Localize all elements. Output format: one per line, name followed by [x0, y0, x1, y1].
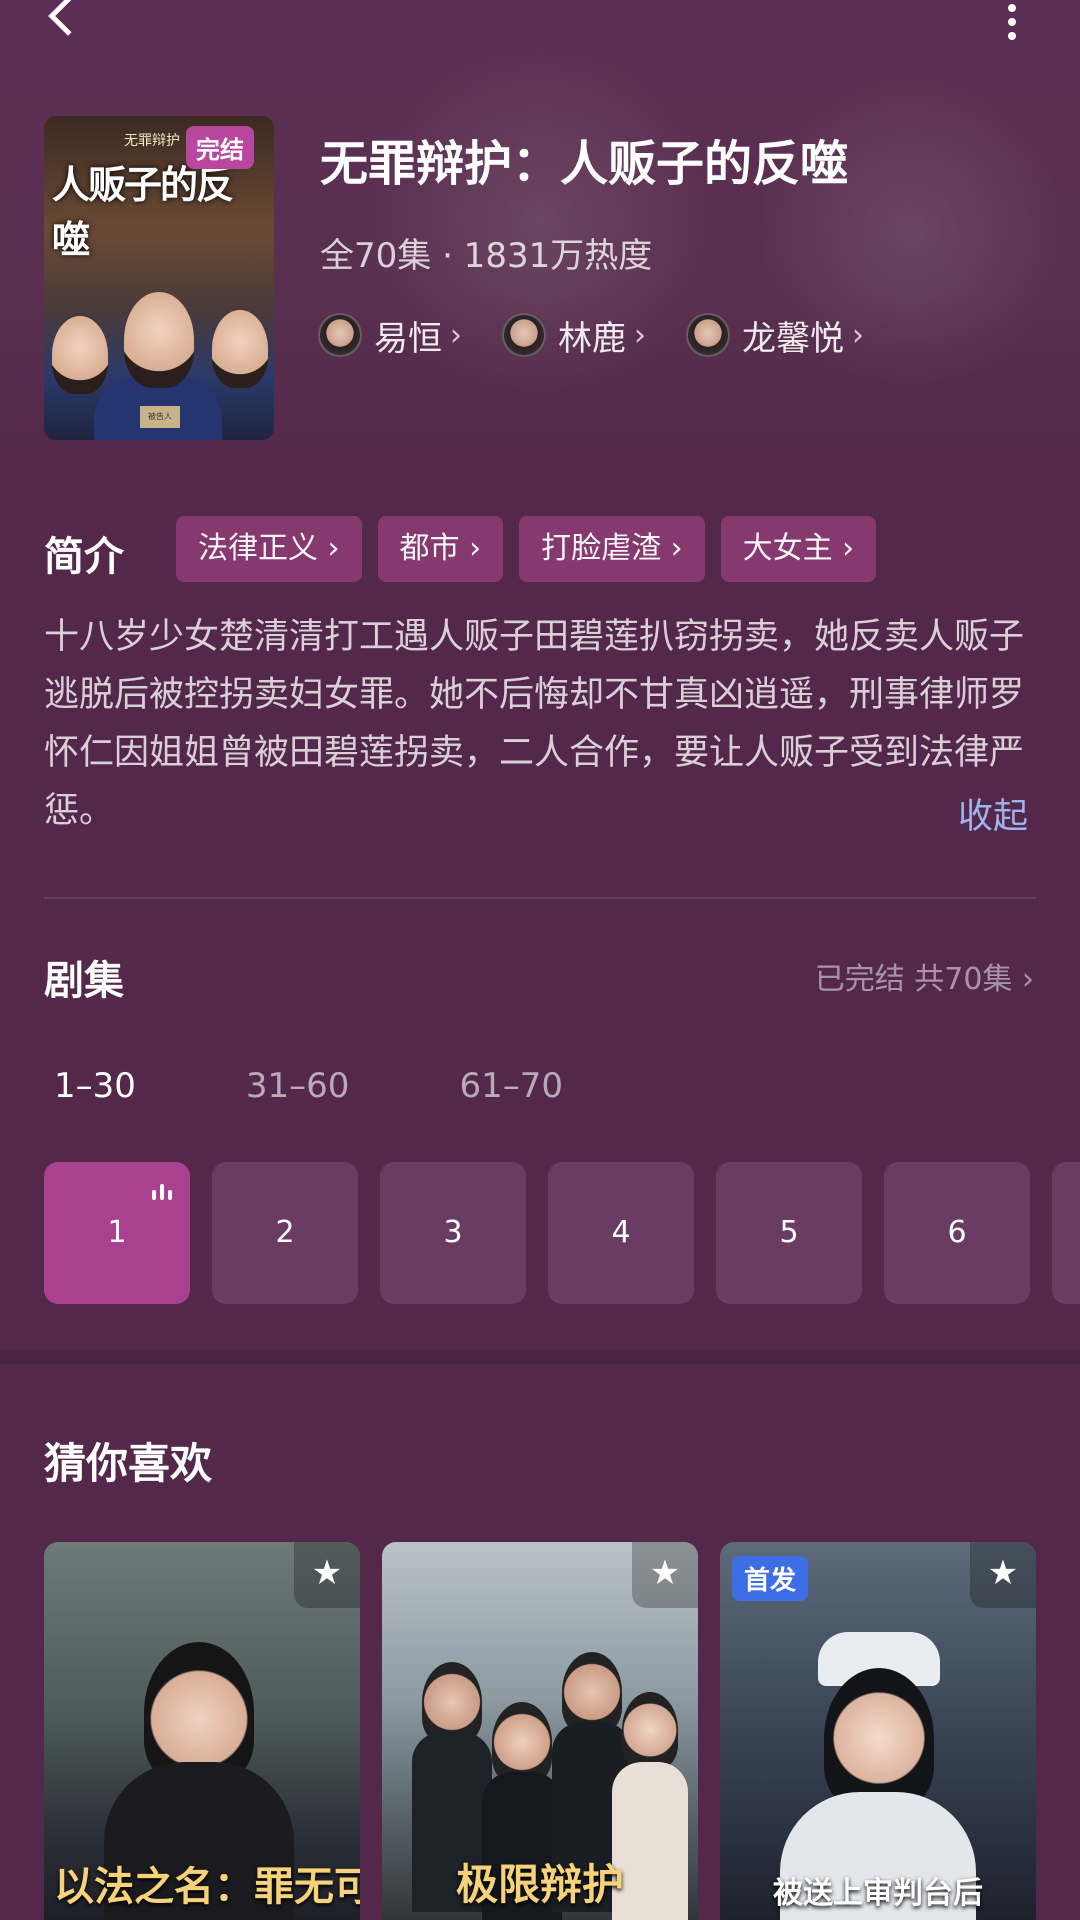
card-figure — [824, 1668, 934, 1808]
card-figure — [622, 1692, 678, 1768]
avatar — [686, 313, 730, 357]
star-icon[interactable]: ★ — [294, 1542, 360, 1608]
card-title: 以法之名：罪无可赦 — [54, 1863, 360, 1910]
cast-item[interactable]: 龙馨悦 › — [686, 310, 864, 360]
poster-figure — [52, 316, 108, 394]
cast-name: 林鹿 — [558, 318, 626, 359]
section-separator — [0, 1350, 1080, 1364]
episodes-status-link[interactable]: 已完结 共70集 › — [815, 954, 1034, 998]
status-badge: 完结 — [186, 126, 254, 169]
playing-bars-icon — [152, 1184, 174, 1200]
range-tab[interactable]: 61–70 — [459, 1066, 563, 1106]
genre-tag[interactable]: 法律正义 › — [176, 516, 362, 582]
genre-tag[interactable]: 都市 › — [377, 516, 504, 582]
more-vertical-icon[interactable] — [1004, 4, 1020, 40]
card-figure — [562, 1652, 622, 1732]
show-meta: 全70集 · 1831万热度 — [320, 236, 653, 276]
chevron-right-icon: › — [852, 317, 864, 353]
cast-item[interactable]: 易恒 › — [318, 310, 462, 360]
poster-subtitle: 无罪辩护 — [124, 133, 180, 149]
cast-list: 易恒 › 林鹿 › 龙馨悦 › — [318, 310, 904, 360]
card-figure — [492, 1702, 552, 1782]
tag-label: 都市 — [399, 531, 460, 566]
premiere-badge: 首发 — [732, 1556, 809, 1601]
poster-title: 人贩子的反噬 — [52, 162, 234, 262]
episode-button[interactable]: 2 — [212, 1162, 358, 1304]
collapse-link[interactable]: 收起 — [958, 788, 1028, 839]
episode-button[interactable]: 4 — [548, 1162, 694, 1304]
avatar — [502, 313, 546, 357]
episode-button[interactable]: 1 — [44, 1162, 190, 1304]
range-tab[interactable]: 31–60 — [246, 1066, 350, 1106]
episode-number: 3 — [443, 1215, 463, 1250]
episode-button[interactable]: 6 — [884, 1162, 1030, 1304]
recommend-card[interactable]: ★ 极限辩护 — [382, 1542, 698, 1920]
recommend-card[interactable]: ★ 以法之名：罪无可赦 — [44, 1542, 360, 1920]
cast-name: 龙馨悦 — [742, 318, 844, 359]
recommend-heading: 猜你喜欢 — [44, 1439, 213, 1488]
poster-figure — [124, 292, 194, 388]
star-icon[interactable]: ★ — [970, 1542, 1036, 1608]
card-title: 被送上审判台后 — [773, 1876, 983, 1911]
divider — [44, 897, 1036, 899]
episode-button[interactable]: 3 — [380, 1162, 526, 1304]
tag-label: 大女主 — [742, 531, 833, 566]
tag-label: 法律正义 — [198, 531, 318, 566]
episode-number: 1 — [107, 1215, 127, 1250]
synopsis-text: 十八岁少女楚清清打工遇人贩子田碧莲扒窃拐卖，她反卖人贩子逃脱后被控拐卖妇女罪。她… — [44, 617, 1025, 831]
poster-figure — [212, 310, 268, 388]
card-figure — [144, 1642, 254, 1782]
recommend-card[interactable]: 首发 ★ 被送上审判台后 — [720, 1542, 1036, 1920]
tag-label: 打脸虐渣 — [541, 531, 662, 566]
episode-range-tabs: 1–30 31–60 61–70 — [54, 1066, 673, 1106]
episode-grid: 1 2 3 4 5 6 — [44, 1162, 1080, 1304]
card-title: 极限辩护 — [455, 1860, 624, 1909]
chevron-right-icon: › — [450, 317, 462, 353]
episode-number: 5 — [779, 1215, 799, 1250]
range-tab[interactable]: 1–30 — [54, 1066, 136, 1106]
page-title: 无罪辩护：人贩子的反噬 — [320, 136, 849, 192]
episode-number: 6 — [947, 1215, 967, 1250]
genre-tag[interactable]: 打脸虐渣 › — [519, 516, 705, 582]
chevron-right-icon: › — [1022, 962, 1034, 997]
back-arrow-icon[interactable] — [48, 0, 88, 36]
card-figure — [422, 1662, 482, 1742]
episode-number: 4 — [611, 1215, 631, 1250]
top-bar — [0, 0, 1080, 60]
cast-item[interactable]: 林鹿 › — [502, 310, 646, 360]
avatar — [318, 313, 362, 357]
episode-button-partial[interactable] — [1052, 1162, 1080, 1304]
recommend-list: ★ 以法之名：罪无可赦 ★ 极限辩护 首发 ★ 被送上审判台后 — [44, 1542, 1044, 1920]
episode-number: 2 — [275, 1215, 295, 1250]
tag-list: 法律正义 › 都市 › 打脸虐渣 › 大女主 › — [176, 516, 892, 582]
cast-name: 易恒 — [374, 318, 442, 359]
chevron-right-icon: › — [634, 317, 646, 353]
poster-plaque: 被告人 — [140, 406, 180, 428]
genre-tag[interactable]: 大女主 › — [720, 516, 877, 582]
episodes-heading: 剧集 — [44, 958, 124, 1004]
episodes-status: 已完结 共70集 — [814, 962, 1013, 997]
intro-heading: 简介 — [44, 534, 124, 580]
episode-button[interactable]: 5 — [716, 1162, 862, 1304]
star-icon[interactable]: ★ — [632, 1542, 698, 1608]
